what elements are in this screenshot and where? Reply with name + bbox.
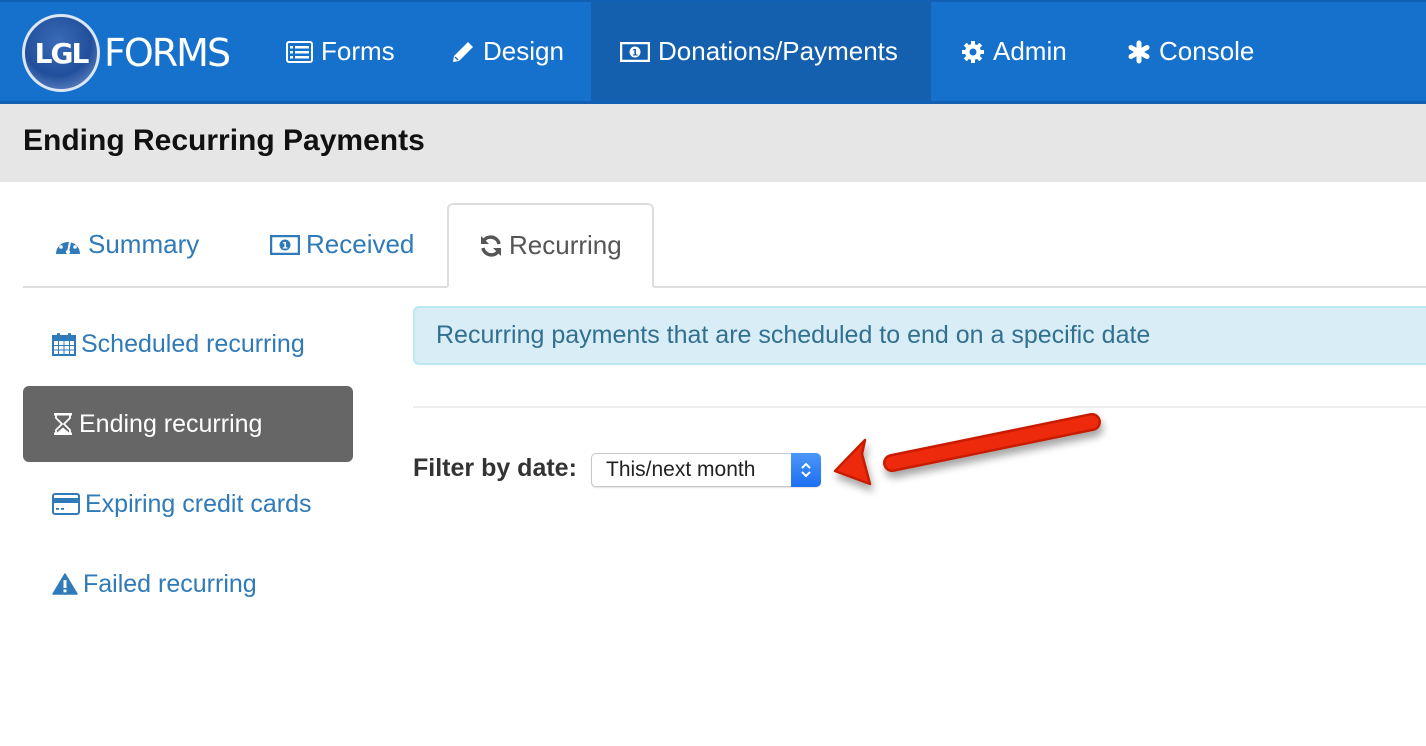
list-icon [286, 40, 313, 63]
nav-item-forms[interactable]: Forms [262, 2, 419, 101]
pencil-icon [451, 40, 475, 64]
nav-item-donations-payments[interactable]: 1 Donations/Payments [591, 2, 931, 101]
nav-item-label: Console [1159, 36, 1255, 66]
tab-summary[interactable]: Summary [54, 203, 199, 286]
money-icon: 1 [270, 234, 300, 255]
dashboard-icon [54, 234, 82, 256]
tab-label: Received [306, 229, 415, 259]
sidenav-item-ending-recurring[interactable]: Ending recurring [23, 386, 353, 462]
tab-bar: Summary 1 Received Recurring [23, 203, 1426, 288]
sidenav-item-label: Scheduled recurring [81, 329, 305, 358]
nav-item-admin[interactable]: Admin [937, 2, 1091, 101]
nav-item-label: Donations/Payments [658, 36, 898, 66]
sidenav-item-failed-recurring[interactable]: Failed recurring [23, 546, 353, 622]
page-title: Ending Recurring Payments [23, 124, 425, 157]
sidenav-item-label: Expiring credit cards [85, 489, 312, 518]
svg-text:1: 1 [282, 241, 288, 251]
nav-item-design[interactable]: Design [427, 2, 588, 101]
sidenav-item-expiring-credit-cards[interactable]: Expiring credit cards [23, 466, 353, 542]
warning-icon [52, 573, 78, 595]
date-filter-selected: This/next month [606, 458, 756, 481]
nav-item-label: Forms [321, 36, 395, 66]
filter-label: Filter by date: [413, 454, 577, 482]
sidenav-item-label: Ending recurring [79, 409, 263, 438]
credit-card-icon [52, 493, 80, 515]
money-icon: 1 [620, 41, 650, 62]
top-navbar: LGL FORMS Forms Design 1 Donations/Payme… [0, 0, 1426, 104]
nav-item-label: Admin [993, 36, 1067, 66]
sidenav-item-scheduled-recurring[interactable]: Scheduled recurring [23, 306, 353, 382]
refresh-icon [479, 234, 503, 258]
nav-item-label: Design [483, 36, 564, 66]
logo[interactable]: LGL FORMS [22, 13, 231, 93]
annotation-arrow-icon [830, 410, 1110, 505]
date-filter-select[interactable]: This/next month [591, 453, 821, 487]
calendar-icon [52, 332, 76, 356]
page-header: Ending Recurring Payments [0, 104, 1426, 182]
svg-text:1: 1 [632, 48, 638, 58]
gear-icon [961, 40, 985, 64]
tab-recurring[interactable]: Recurring [447, 203, 654, 288]
logo-text: FORMS [104, 31, 231, 75]
info-alert: Recurring payments that are scheduled to… [413, 306, 1426, 365]
tab-label: Recurring [509, 230, 622, 260]
info-alert-text: Recurring payments that are scheduled to… [436, 321, 1151, 349]
hourglass-icon [52, 412, 74, 436]
asterisk-icon [1127, 40, 1151, 64]
tab-received[interactable]: 1 Received [270, 203, 414, 286]
tab-label: Summary [88, 229, 200, 259]
divider [413, 406, 1426, 408]
select-stepper-icon [791, 453, 821, 487]
sidenav-item-label: Failed recurring [83, 569, 257, 598]
nav-item-console[interactable]: Console [1103, 2, 1278, 101]
logo-mark: LGL [22, 14, 100, 92]
